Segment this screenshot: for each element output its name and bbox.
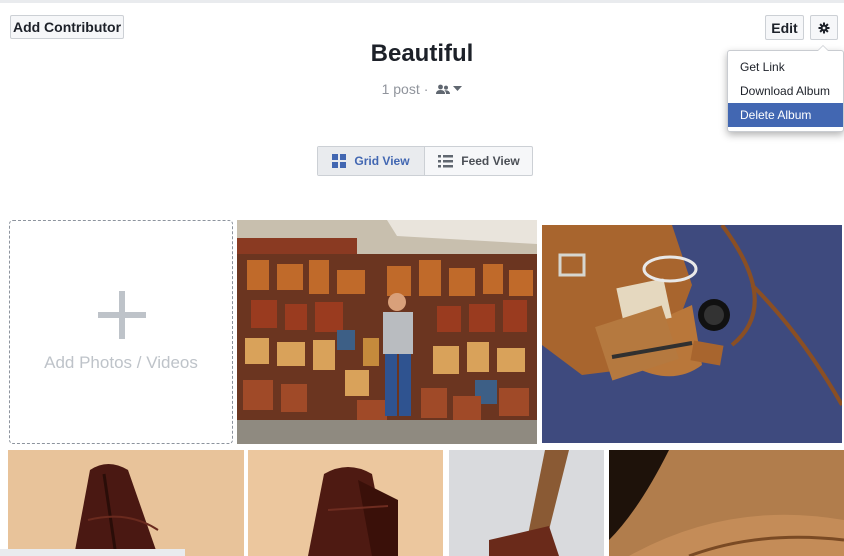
settings-button[interactable]: [810, 15, 838, 40]
photo-leather-roll-1-image: [8, 450, 244, 556]
photo-leather-roll-1[interactable]: [8, 450, 244, 556]
menu-item-get-link[interactable]: Get Link: [728, 55, 843, 79]
edit-button[interactable]: Edit: [765, 15, 804, 40]
chevron-down-icon: [453, 86, 463, 91]
meta-separator: ·: [423, 81, 429, 97]
post-count[interactable]: 1 post: [382, 81, 420, 97]
friends-icon: [436, 84, 451, 94]
top-divider: [0, 0, 844, 3]
menu-caret: [817, 45, 829, 51]
grid-view-label: Grid View: [354, 154, 410, 168]
gear-icon: [818, 22, 830, 33]
photo-leather-shop[interactable]: [237, 220, 537, 444]
photo-leather-bag[interactable]: [542, 225, 842, 443]
menu-item-delete-album[interactable]: Delete Album: [728, 103, 843, 127]
album-meta: 1 post ·: [0, 81, 844, 97]
album-title: Beautiful: [370, 40, 474, 67]
feed-view-label: Feed View: [461, 154, 520, 168]
album-options-menu: Get Link Download Album Delete Album: [727, 45, 844, 132]
grid-icon: [332, 154, 347, 168]
photo-leather-roll-2-image: [248, 450, 443, 556]
view-toggle: Grid View Feed View: [317, 146, 533, 176]
add-contributor-button[interactable]: Add Contributor: [10, 15, 124, 39]
privacy-selector[interactable]: [436, 84, 463, 95]
photo-leather-strap[interactable]: [449, 450, 604, 556]
photo-leather-strap-image: [449, 450, 604, 556]
photo-leather-bag-image: [542, 225, 842, 443]
bottom-scroll-edge: [0, 549, 185, 556]
photo-suede-texture-image: [609, 450, 844, 556]
list-icon: [438, 154, 454, 167]
tab-feed-view[interactable]: Feed View: [425, 147, 533, 175]
plus-icon-bar: [98, 312, 146, 318]
add-photos-tile[interactable]: Add Photos / Videos: [9, 220, 233, 444]
photo-leather-shop-image: [237, 220, 537, 444]
menu-item-download-album[interactable]: Download Album: [728, 79, 843, 103]
photo-leather-roll-2[interactable]: [248, 450, 443, 556]
tab-grid-view[interactable]: Grid View: [318, 147, 425, 175]
photo-suede-texture[interactable]: [609, 450, 844, 556]
add-photos-label: Add Photos / Videos: [44, 353, 198, 372]
